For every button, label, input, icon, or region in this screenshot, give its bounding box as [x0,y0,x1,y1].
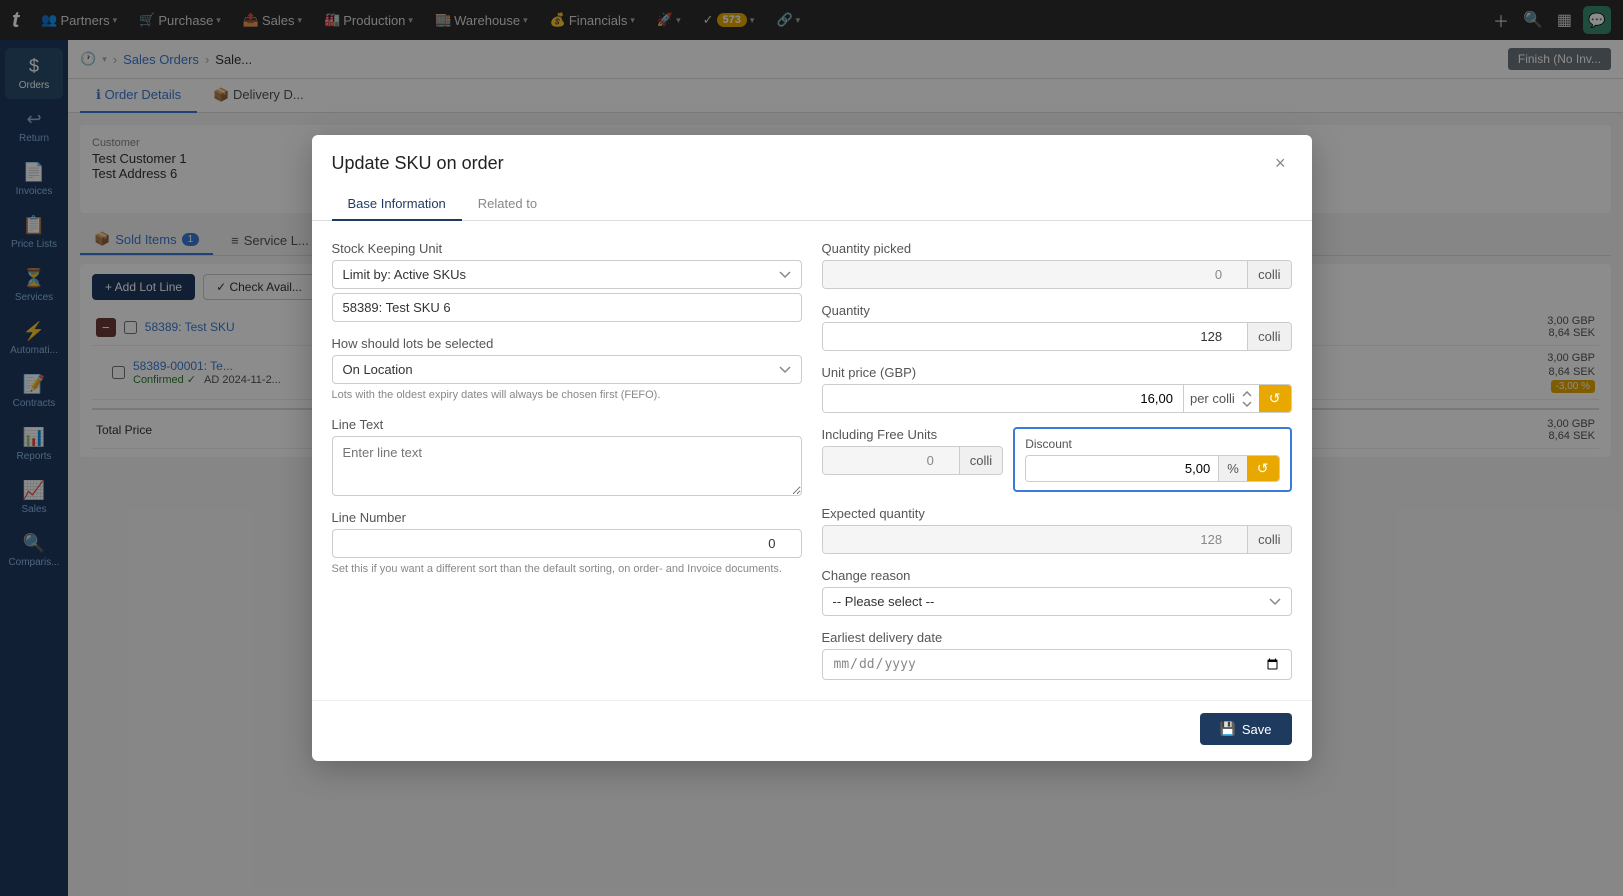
lots-hint: Lots with the oldest expiry dates will a… [332,388,802,403]
qty-picked-group: Quantity picked colli [822,241,1292,289]
modal-footer: 💾 Save [312,700,1312,761]
free-units-label: Including Free Units [822,427,1004,442]
line-number-group: Line Number Set this if you want a diffe… [332,510,802,577]
free-units-group: Including Free Units colli [822,427,1004,492]
free-units-input[interactable] [823,447,959,474]
discount-free-row: Including Free Units colli Discount % ↺ [822,427,1292,492]
lots-group: How should lots be selected On Location … [332,336,802,403]
modal-header: Update SKU on order × [312,135,1312,188]
sku-group: Stock Keeping Unit Limit by: Active SKUs [332,241,802,322]
lots-label: How should lots be selected [332,336,802,351]
discount-group: Discount % ↺ [1013,427,1291,492]
change-reason-group: Change reason -- Please select -- [822,568,1292,616]
discount-input[interactable] [1026,456,1218,481]
qty-picked-label: Quantity picked [822,241,1292,256]
modal-right-column: Quantity picked colli Quantity colli [822,241,1292,680]
line-number-input[interactable] [332,529,802,558]
modal-close-button[interactable]: × [1269,151,1292,176]
save-label: Save [1242,722,1272,737]
expected-qty-field: colli [822,525,1292,554]
qty-label: Quantity [822,303,1292,318]
modal-left-column: Stock Keeping Unit Limit by: Active SKUs… [332,241,802,680]
line-text-label: Line Text [332,417,802,432]
modal-tab-base-info[interactable]: Base Information [332,188,462,221]
qty-field: colli [822,322,1292,351]
price-refresh-button[interactable]: ↺ [1259,385,1291,412]
discount-label: Discount [1025,437,1279,451]
per-unit-label: per colli [1190,391,1235,406]
earliest-delivery-label: Earliest delivery date [822,630,1292,645]
line-number-label: Line Number [332,510,802,525]
sku-label: Stock Keeping Unit [332,241,802,256]
line-text-group: Line Text [332,417,802,496]
unit-price-label: Unit price (GBP) [822,365,1292,380]
qty-picked-field: colli [822,260,1292,289]
unit-price-group: Unit price (GBP) per colli ↺ [822,365,1292,413]
qty-picked-unit: colli [1247,261,1290,288]
expected-qty-label: Expected quantity [822,506,1292,521]
line-text-input[interactable] [332,436,802,496]
change-reason-label: Change reason [822,568,1292,583]
free-units-unit: colli [959,447,1002,474]
modal-title: Update SKU on order [332,153,504,174]
modal-body: Stock Keeping Unit Limit by: Active SKUs… [312,221,1312,700]
lots-select[interactable]: On Location [332,355,802,384]
qty-unit: colli [1247,323,1290,350]
expected-qty-unit: colli [1247,526,1290,553]
modal-tab-related-to[interactable]: Related to [462,188,553,221]
unit-price-field: per colli ↺ [822,384,1292,413]
qty-picked-input[interactable] [823,261,1248,288]
qty-group: Quantity colli [822,303,1292,351]
discount-pct-label: % [1218,456,1247,481]
save-icon: 💾 [1220,721,1236,737]
modal: Update SKU on order × Base Information R… [312,135,1312,761]
stepper-icon [1241,391,1253,407]
expected-qty-input[interactable] [823,526,1248,553]
modal-tabs: Base Information Related to [312,188,1312,221]
unit-price-input[interactable] [823,385,1183,412]
modal-overlay: Update SKU on order × Base Information R… [0,0,1623,896]
expected-qty-group: Expected quantity colli [822,506,1292,554]
save-button[interactable]: 💾 Save [1200,713,1292,745]
earliest-delivery-input[interactable] [822,649,1292,680]
sku-limit-select[interactable]: Limit by: Active SKUs [332,260,802,289]
free-units-field: colli [822,446,1004,475]
per-unit-container: per colli [1183,385,1259,412]
line-number-hint: Set this if you want a different sort th… [332,562,802,577]
earliest-delivery-group: Earliest delivery date [822,630,1292,680]
discount-refresh-button[interactable]: ↺ [1247,456,1279,481]
discount-field: % ↺ [1025,455,1279,482]
change-reason-select[interactable]: -- Please select -- [822,587,1292,616]
qty-input[interactable] [823,323,1248,350]
sku-value-input[interactable] [332,293,802,322]
